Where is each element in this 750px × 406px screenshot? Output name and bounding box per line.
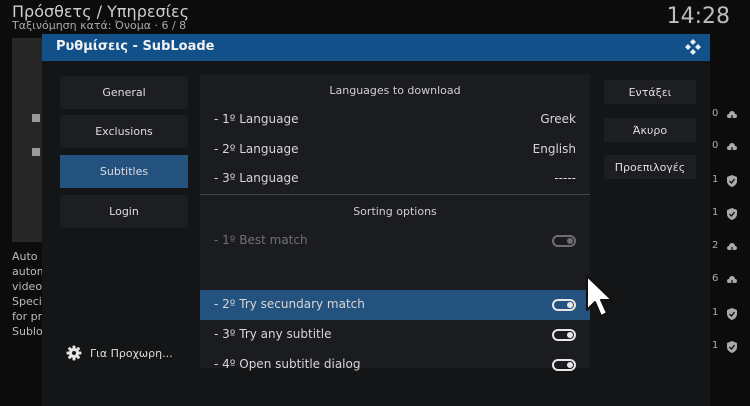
background-list-item: 2 (712, 240, 750, 254)
background-desc-line: video (12, 280, 42, 293)
settings-dialog: Ρυθμίσεις - SubLoade General Exclusions … (42, 34, 710, 406)
count-label: 0 (712, 108, 719, 119)
background-list-item: 1 (712, 207, 750, 221)
background-desc-line: autom (12, 265, 42, 278)
background-desc-line: for pr (12, 310, 42, 323)
languages-section-header: Languages to download (329, 84, 461, 97)
setting-label: - 3º Try any subtitle (214, 327, 332, 341)
toggle-knob (567, 238, 573, 244)
setting-label: - 2º Language (214, 142, 299, 156)
toggle-switch (552, 235, 576, 247)
sorting-section-header: Sorting options (353, 205, 437, 218)
shield-check-icon (727, 175, 737, 187)
count-label: 1 (712, 207, 719, 218)
download-icon (727, 243, 737, 253)
setting-label: - 2º Try secundary match (214, 297, 365, 311)
clock: 14:28 (666, 4, 730, 29)
mouse-cursor-icon (586, 275, 613, 317)
setting-label: - 1º Language (214, 112, 299, 126)
defaults-button[interactable]: Προεπιλογές (604, 155, 696, 179)
count-label: 1 (712, 174, 719, 185)
background-list-item: 1 (712, 340, 750, 354)
background-list-item: 0 (712, 108, 750, 122)
background-desc-line: Auto (12, 250, 38, 263)
toggle-knob (567, 332, 573, 338)
download-icon (727, 143, 737, 153)
count-label: 0 (712, 140, 719, 151)
setting-language-2[interactable]: - 2º Language English (200, 135, 590, 165)
advanced-settings-toggle[interactable]: Για Προχωρη... (66, 344, 173, 362)
category-login[interactable]: Login (60, 195, 188, 228)
toggle-switch[interactable] (552, 329, 576, 341)
count-label: 6 (712, 273, 719, 284)
dialog-header: Ρυθμίσεις - SubLoade (42, 34, 710, 61)
settings-panel: Languages to download - 1º Language Gree… (200, 74, 590, 371)
advanced-settings-label: Για Προχωρη... (90, 346, 173, 360)
setting-value: Greek (540, 112, 576, 126)
background-sort-info: Ταξινόμηση κατά: Όνομα · 6 / 8 (12, 19, 187, 32)
background-description: Auto autom video Speci for pr Sublo (12, 249, 42, 339)
shield-check-icon (727, 208, 737, 220)
toggle-knob (567, 362, 573, 368)
section-divider (200, 194, 590, 195)
setting-value: ----- (554, 171, 576, 185)
kodi-logo-icon (685, 39, 701, 55)
background-square-2 (32, 148, 40, 156)
setting-label: - 4º Open subtitle dialog (214, 357, 361, 371)
background-list-item: 1 (712, 174, 750, 188)
setting-any-subtitle[interactable]: - 3º Try any subtitle (200, 320, 590, 350)
setting-best-match: - 1º Best match (200, 226, 590, 256)
background-thumbnail (12, 38, 42, 242)
shield-check-icon (727, 308, 737, 320)
background-list-item: 6 (712, 273, 750, 287)
dialog-title: Ρυθμίσεις - SubLoade (56, 39, 215, 54)
background-list-item: 0 (712, 140, 750, 154)
category-exclusions[interactable]: Exclusions (60, 115, 188, 148)
setting-open-dialog[interactable]: - 4º Open subtitle dialog (200, 350, 590, 371)
cancel-button[interactable]: Άκυρο (604, 118, 696, 142)
toggle-knob (567, 302, 573, 308)
count-label: 1 (712, 307, 719, 318)
setting-label: - 1º Best match (214, 233, 308, 247)
background-square-1 (32, 114, 40, 122)
setting-language-1[interactable]: - 1º Language Greek (200, 105, 590, 135)
download-icon (727, 276, 737, 286)
background-desc-line: Speci (12, 295, 42, 308)
toggle-switch[interactable] (552, 299, 576, 311)
count-label: 1 (712, 340, 719, 351)
background-addon-list: 0 0 1 1 2 6 1 1 (712, 100, 750, 360)
category-subtitles[interactable]: Subtitles (60, 155, 188, 188)
setting-secondary-match[interactable]: - 2º Try secundary match (200, 290, 590, 320)
setting-value: English (532, 142, 576, 156)
background-desc-line: Sublo (12, 325, 42, 338)
category-general[interactable]: General (60, 76, 188, 109)
toggle-switch[interactable] (552, 359, 576, 371)
background-list-item: 1 (712, 307, 750, 321)
download-icon (727, 111, 737, 121)
setting-label: - 3º Language (214, 171, 299, 185)
setting-language-3[interactable]: - 3º Language ----- (200, 164, 590, 194)
count-label: 2 (712, 240, 719, 251)
shield-check-icon (727, 341, 737, 353)
gear-icon (66, 345, 82, 361)
ok-button[interactable]: Εντάξει (604, 80, 696, 104)
